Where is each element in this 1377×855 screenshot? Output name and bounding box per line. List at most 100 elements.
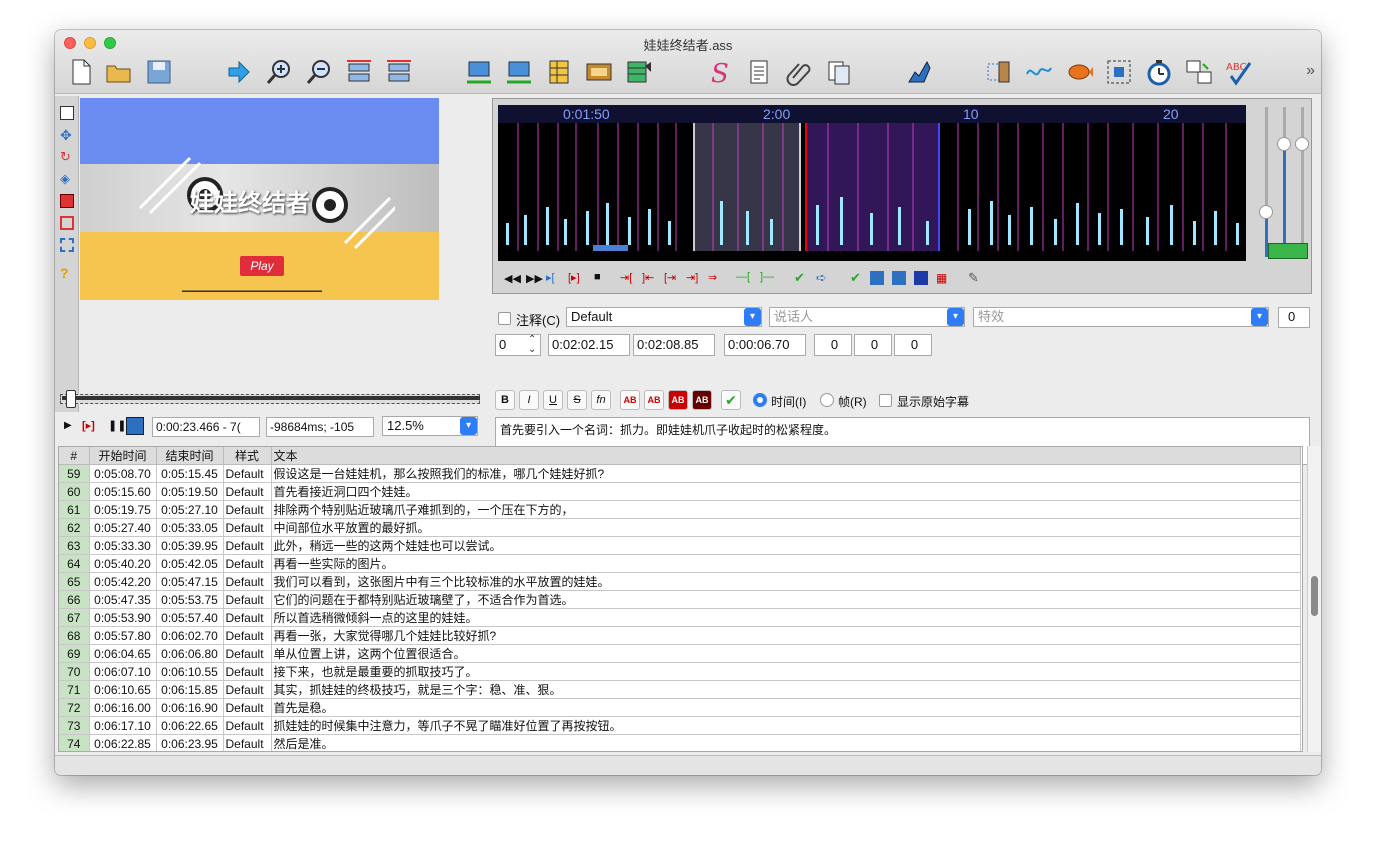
table-row[interactable]: 64 0:05:40.20 0:05:42.05 Default 再看一些实际的图片。 — [59, 554, 1301, 573]
attachments-icon[interactable] — [785, 58, 813, 86]
jump-to-end-icon[interactable] — [385, 58, 413, 86]
lead-in-icon[interactable]: —[ — [736, 271, 750, 283]
shift-times-icon[interactable] — [545, 58, 573, 86]
spell-check-icon[interactable]: ABC — [1225, 58, 1253, 86]
audio-display[interactable]: 0:01:50 2:00 10 20 ◀◀ ▶▶ ▸[[▸] ■ ⇥[]⇤ … — [492, 98, 1312, 294]
vector-clip-icon[interactable] — [60, 238, 74, 252]
scale-tool-icon[interactable] — [60, 194, 74, 208]
autoscroll-icon[interactable] — [126, 417, 144, 435]
table-row[interactable]: 68 0:05:57.80 0:06:02.70 Default 再看一张，大家觉得哪几… — [59, 626, 1301, 645]
table-row[interactable]: 72 0:06:16.00 0:06:16.90 Default 首先是稳。 — [59, 698, 1301, 717]
video-time-field[interactable]: 0:00:23.466 - 7( — [152, 417, 260, 437]
next-line-icon[interactable]: ▶▶ — [526, 272, 543, 285]
jump-arrow-icon[interactable] — [225, 58, 253, 86]
primary-color-button[interactable]: AB — [620, 390, 640, 410]
underline-button[interactable]: U — [543, 390, 563, 410]
table-row[interactable]: 61 0:05:19.75 0:05:27.10 Default 排除两个特别贴近玻璃爪… — [59, 500, 1301, 519]
automation-icon[interactable] — [905, 58, 933, 86]
audio-settings-icon[interactable]: ✎ — [968, 270, 979, 286]
grid-scrollbar[interactable] — [1307, 446, 1321, 752]
font-button[interactable]: fn — [591, 390, 611, 410]
table-row[interactable]: 65 0:05:42.20 0:05:47.15 Default 我们可以看到，这张图片… — [59, 572, 1301, 591]
vertical-zoom-thumb[interactable] — [1295, 137, 1309, 151]
help-icon[interactable]: ? — [60, 266, 74, 280]
style-select[interactable]: Default ▾ — [566, 307, 762, 327]
play-to-end-icon[interactable]: ⇥] — [686, 271, 698, 284]
frame-radio[interactable] — [820, 393, 834, 407]
table-row[interactable]: 69 0:06:04.65 0:06:06.80 Default 单从位置上讲，这两个位… — [59, 644, 1301, 663]
play-after-start-icon[interactable]: [⇥ — [664, 271, 676, 284]
styles-manager-icon[interactable]: S — [705, 58, 733, 86]
clip-tool-icon[interactable] — [60, 216, 74, 230]
col-header-start[interactable]: 开始时间 — [89, 447, 157, 465]
table-row[interactable]: 67 0:05:53.90 0:05:57.40 Default 所以首选稍微倾斜一点的… — [59, 608, 1301, 627]
auto-next-icon[interactable] — [870, 271, 884, 285]
subtitle-grid[interactable]: # 开始时间 结束时间 样式 文本 59 0:05:08.70 0:05:15.45… — [58, 446, 1303, 752]
translation-icon[interactable] — [1185, 58, 1213, 86]
table-row[interactable]: 73 0:06:17.10 0:06:22.65 Default 抓娃娃的时候集中注意力… — [59, 716, 1301, 735]
table-row[interactable]: 63 0:05:33.30 0:05:39.95 Default 此外，稍远一些的这两个… — [59, 536, 1301, 555]
zoom-out-icon[interactable] — [305, 58, 333, 86]
play-end-icon[interactable]: ]⇤ — [642, 271, 654, 284]
col-header-text[interactable]: 文本 — [271, 447, 1301, 465]
karaoke-icon[interactable]: ▦ — [936, 271, 947, 285]
film-icon[interactable] — [585, 58, 613, 86]
standard-tool-icon[interactable] — [60, 106, 74, 120]
toolbar-overflow-icon[interactable]: » — [1306, 62, 1315, 80]
table-row[interactable]: 66 0:05:47.35 0:05:53.75 Default 它们的问题在于都特别贴… — [59, 590, 1301, 609]
auto-commit-icon[interactable]: ✔ — [850, 270, 861, 286]
stopwatch-icon[interactable] — [1145, 58, 1173, 86]
video-display[interactable]: 娃娃终结者 Play ▬▬▬▬▬▬▬▬▬▬▬▬▬▬▬▬▬▬▬▬▬▬▬▬▬▬▬▬ — [80, 98, 439, 300]
table-row[interactable]: 62 0:05:27.40 0:05:33.05 Default 中间部位水平放置的最好… — [59, 518, 1301, 537]
grid-scroll-thumb[interactable] — [1311, 576, 1318, 616]
time-radio[interactable] — [753, 393, 767, 407]
properties-icon[interactable] — [745, 58, 773, 86]
rotate-z-icon[interactable]: ↻ — [60, 150, 74, 164]
secondary-color-button[interactable]: AB — [644, 390, 664, 410]
fonts-collector-icon[interactable] — [825, 58, 853, 86]
commit-checkmark-icon[interactable]: ✔ — [721, 390, 741, 410]
zoom-select[interactable]: 12.5% ▾ — [382, 416, 478, 436]
audio-vertical-zoom-slider[interactable] — [1293, 107, 1311, 257]
audio-volume-slider[interactable] — [1275, 107, 1293, 257]
duration-field[interactable]: 0:00:06.70 — [724, 334, 806, 356]
move-tool-icon[interactable]: ✥ — [60, 128, 74, 142]
outline-color-button[interactable]: AB — [668, 390, 688, 410]
bold-button[interactable]: B — [495, 390, 515, 410]
end-time-field[interactable]: 0:02:08.85 — [633, 334, 715, 356]
play-start-icon[interactable]: ⇥[ — [620, 271, 632, 284]
table-row[interactable]: 60 0:05:15.60 0:05:19.50 Default 首先看接近洞口四个娃娃… — [59, 482, 1301, 501]
resample-icon[interactable] — [985, 58, 1013, 86]
auto-scroll-icon[interactable] — [892, 271, 906, 285]
audio-zoom-slider[interactable] — [1257, 107, 1275, 257]
comment-checkbox[interactable] — [498, 312, 511, 325]
volume-slider-thumb[interactable] — [1277, 137, 1291, 151]
col-header-style[interactable]: 样式 — [223, 447, 272, 465]
new-file-icon[interactable] — [67, 58, 95, 86]
jump-to-start-icon[interactable] — [345, 58, 373, 86]
seek-thumb[interactable] — [66, 390, 76, 408]
play-icon[interactable]: ▶ — [64, 420, 72, 431]
previous-line-icon[interactable]: ◀◀ — [504, 272, 521, 285]
kanji-timer-icon[interactable] — [1065, 58, 1093, 86]
timing-grid-icon[interactable] — [625, 58, 653, 86]
table-row[interactable]: 74 0:06:22.85 0:06:23.95 Default 然后是准。 — [59, 734, 1301, 751]
timing-postprocessor-icon[interactable] — [1025, 58, 1053, 86]
stop-icon[interactable]: ■ — [594, 271, 601, 283]
goto-icon[interactable]: ➪ — [816, 270, 827, 286]
start-time-field[interactable]: 0:02:02.15 — [548, 334, 630, 356]
table-row[interactable]: 70 0:06:07.10 0:06:10.55 Default 接下来，也就是最重要的… — [59, 662, 1301, 681]
link-sliders-toggle[interactable] — [1268, 243, 1308, 259]
select-lines-icon[interactable] — [1105, 58, 1133, 86]
table-row[interactable]: 71 0:06:10.65 0:06:15.85 Default 其实，抓娃娃的终极技巧… — [59, 680, 1301, 699]
show-original-checkbox[interactable] — [879, 394, 892, 407]
italic-button[interactable]: I — [519, 390, 539, 410]
commit-icon[interactable]: ✔ — [794, 270, 805, 286]
table-row[interactable]: 59 0:05:08.70 0:05:15.45 Default 假设这是一台娃娃机，那… — [59, 464, 1301, 483]
rotate-xy-icon[interactable]: ◈ — [60, 172, 74, 186]
audio-waveform[interactable]: 0:01:50 2:00 10 20 — [498, 105, 1246, 261]
play-before-icon[interactable]: ▸[ — [546, 271, 555, 284]
strikeout-button[interactable]: S — [567, 390, 587, 410]
margin-right-field[interactable]: 0 — [854, 334, 892, 356]
save-icon[interactable] — [145, 58, 173, 86]
